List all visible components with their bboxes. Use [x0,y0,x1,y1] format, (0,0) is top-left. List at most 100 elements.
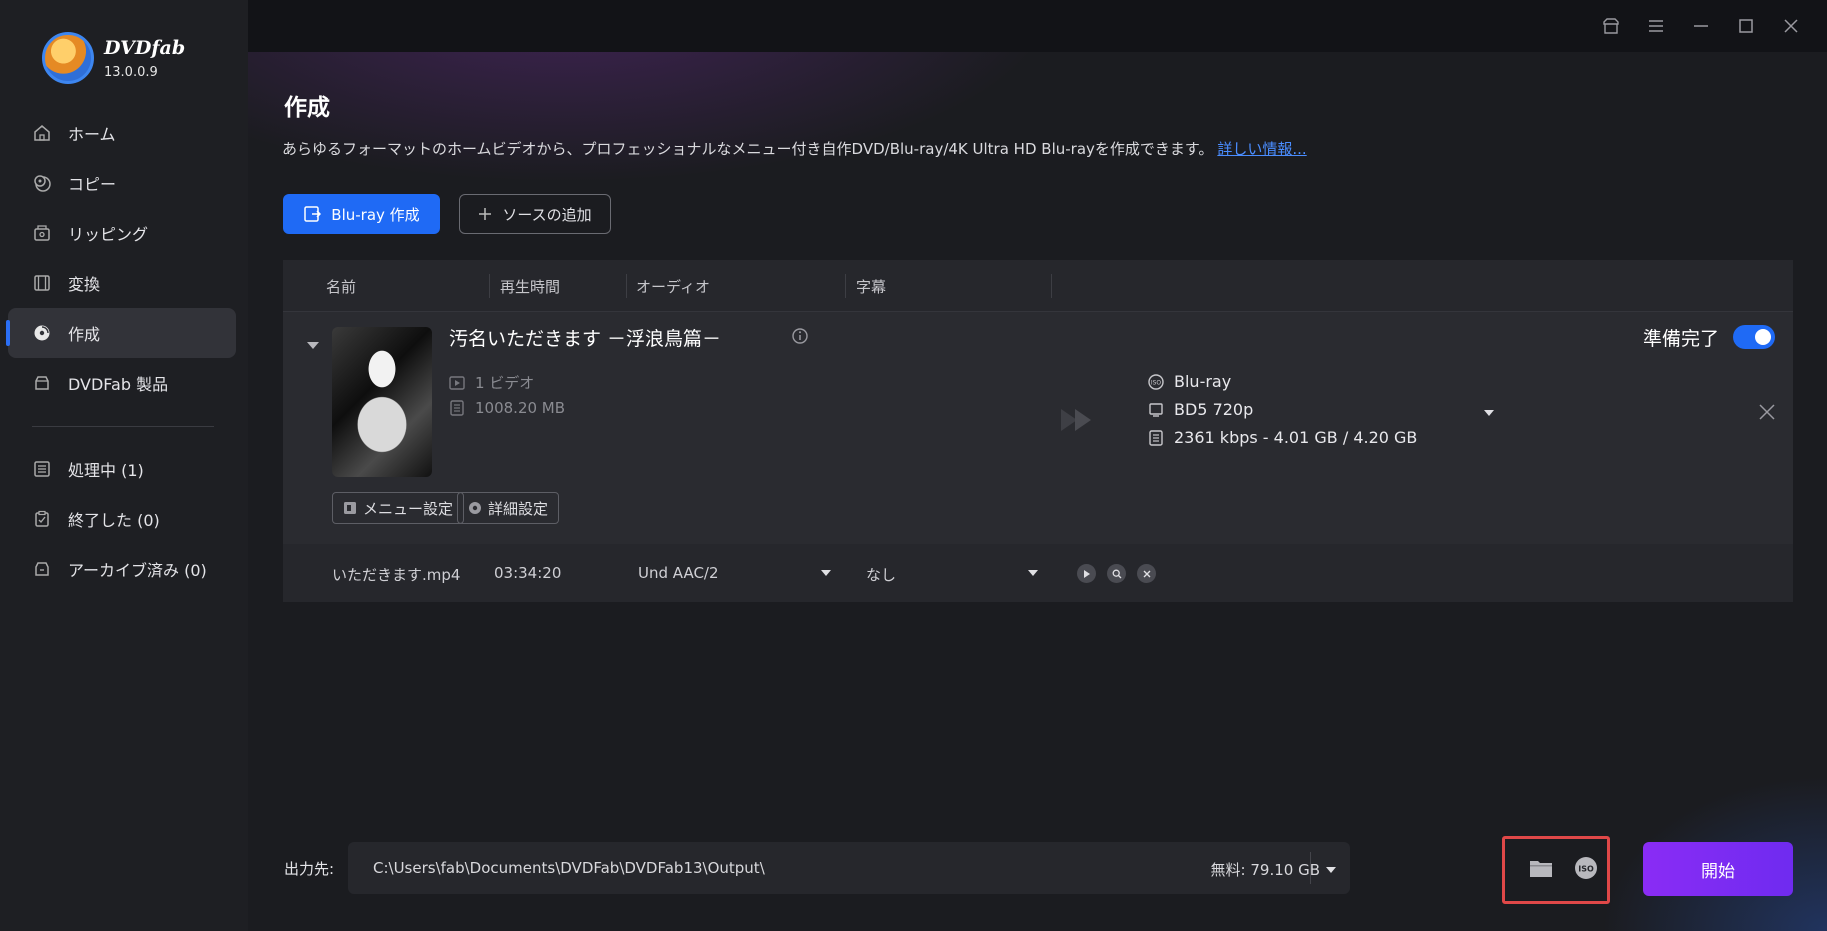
audio-dropdown-icon[interactable] [821,570,831,576]
add-source-label: ソースの追加 [502,205,592,224]
svg-text:ISO: ISO [1151,379,1162,386]
ripper-icon [32,223,52,243]
table-row: いただきます.mp4 03:34:20 Und AAC/2 なし [283,544,1793,602]
home-icon [32,123,52,143]
free-space[interactable]: 無料: 79.10 GB [1211,859,1336,880]
close-icon[interactable] [1768,12,1813,40]
sidebar-item-label: コピー [68,175,117,194]
sidebar-item-label: 終了した (0) [68,511,160,530]
header-subtitle: 字幕 [856,278,887,296]
sidebar-item-finished[interactable]: 終了した (0) [8,494,236,544]
menu-settings-button[interactable]: メニュー設定 [332,492,465,524]
file-size-icon [449,400,465,416]
header-divider [489,274,490,298]
sidebar-item-queue[interactable]: 処理中 (1) [8,444,236,494]
advanced-settings-button[interactable]: 詳細設定 [457,492,560,524]
sidebar-item-ripper[interactable]: リッピング [8,208,236,258]
start-button[interactable]: 開始 [1643,842,1793,896]
sidebar-item-products[interactable]: DVDFab 製品 [8,358,236,408]
subtitle-dropdown-icon[interactable] [1028,570,1038,576]
maximize-icon[interactable] [1723,12,1768,40]
file-name: いただきます.mp4 [332,566,461,584]
toolbar-divider [1310,852,1311,884]
sidebar-item-home[interactable]: ホーム [8,108,236,158]
header-divider [626,274,627,298]
sidebar-item-label: リッピング [68,225,149,244]
app-version: 13.0.0.9 [104,64,158,80]
screen-icon [1148,402,1164,418]
task-nav: 処理中 (1) 終了した (0) アーカイブ済み (0) [8,444,236,594]
add-source-button[interactable]: ソースの追加 [459,194,611,234]
sidebar-item-label: DVDFab 製品 [68,375,169,394]
disc-iso-icon: ISO [1148,373,1164,390]
video-count: 1 ビデオ [449,372,534,393]
menu-settings-label: メニュー設定 [363,499,454,518]
blu-ray-create-button[interactable]: Blu-ray 作成 [283,194,440,234]
video-thumbnail [332,327,432,477]
sidebar-item-converter[interactable]: 変換 [8,258,236,308]
free-space-dropdown-icon [1326,866,1336,873]
brand: DVDfab 13.0.0.9 [42,32,185,84]
free-space-label: 無料: 79.10 GB [1210,861,1320,879]
output-path-field[interactable]: C:\Users\fab\Documents\DVDFab\DVDFab13\O… [348,842,1350,894]
info-icon[interactable] [791,327,809,349]
play-icon[interactable] [1077,564,1096,583]
dvdfab-logo-icon [42,32,94,84]
remove-source-icon[interactable] [1759,404,1775,424]
source-item: 汚名いただきます －浮浪鳥篇－ 1 ビデオ 1008.20 MB メニュー設定 … [283,312,1793,602]
header-name: 名前 [326,278,357,296]
source-title: 汚名いただきます －浮浪鳥篇－ [449,328,722,350]
archive-icon [32,559,52,579]
sidebar-item-label: 処理中 (1) [68,461,144,480]
sidebar-item-label: 作成 [68,325,101,344]
iso-icon[interactable]: ISO [1574,856,1598,880]
source-size: 1008.20 MB [449,399,565,417]
mode-switch-icon [303,205,322,223]
convert-arrow-icon [1059,407,1101,437]
video-count-label: 1 ビデオ [475,374,535,392]
sidebar-item-label: 変換 [68,275,101,294]
output-path: C:\Users\fab\Documents\DVDFab\DVDFab13\O… [373,859,765,877]
description-text: あらゆるフォーマットのホームビデオから、プロフェッショナルなメニュー付き自作DV… [282,140,1214,158]
subtitle-select[interactable]: なし [866,564,896,585]
audio-select[interactable]: Und AAC/2 [638,564,719,582]
sidebar-item-creator[interactable]: 作成 [6,308,236,358]
sidebar-item-archive[interactable]: アーカイブ済み (0) [8,544,236,594]
output-type: ISO Blu-ray [1148,372,1231,391]
more-info-link[interactable]: 詳しい情報... [1217,140,1306,158]
header-duration: 再生時間 [500,278,561,296]
delete-file-icon[interactable] [1137,564,1156,583]
header-divider [1051,274,1052,298]
search-icon[interactable] [1107,564,1126,583]
output-type-label: Blu-ray [1174,372,1232,391]
sidebar-item-copy[interactable]: コピー [8,158,236,208]
output-bitrate: 2361 kbps - 4.01 GB / 4.20 GB [1148,428,1417,447]
film-icon [32,273,52,293]
queue-icon [32,459,52,479]
header-divider [845,274,846,298]
mode-button-label: Blu-ray 作成 [331,205,420,224]
collapse-arrow-icon[interactable] [307,342,319,349]
output-label: 出力先: [284,860,335,878]
main-nav: ホーム コピー リッピング 変換 作成 DVDFab 製品 [6,108,236,408]
sidebar-item-label: アーカイブ済み (0) [68,561,207,580]
advanced-settings-label: 詳細設定 [488,499,549,518]
sidebar-divider [32,426,214,427]
main-panel: 作成 あらゆるフォーマットのホームビデオから、プロフェッショナルなメニュー付き自… [248,0,1827,931]
store-icon[interactable] [1588,12,1633,40]
menu-icon[interactable] [1633,12,1678,40]
ready-toggle[interactable] [1733,325,1775,349]
format-dropdown-icon[interactable] [1484,410,1494,416]
window-controls [1588,12,1813,40]
output-bitrate-label: 2361 kbps - 4.01 GB / 4.20 GB [1174,428,1418,447]
sidebar: DVDfab 13.0.0.9 ホーム コピー リッピング 変換 作成 DVDF… [0,0,248,931]
output-format[interactable]: BD5 720p [1148,400,1253,419]
menu-settings-icon [343,501,357,515]
creator-disc-icon [32,323,52,343]
folder-icon[interactable] [1529,856,1553,880]
source-table: 名前 再生時間 オーディオ 字幕 汚名いただきます －浮浪鳥篇－ 1 ビデオ 1… [283,260,1793,602]
products-icon [32,373,52,393]
minimize-icon[interactable] [1678,12,1723,40]
source-item-summary: 汚名いただきます －浮浪鳥篇－ 1 ビデオ 1008.20 MB メニュー設定 … [283,312,1793,544]
source-size-label: 1008.20 MB [475,399,566,417]
